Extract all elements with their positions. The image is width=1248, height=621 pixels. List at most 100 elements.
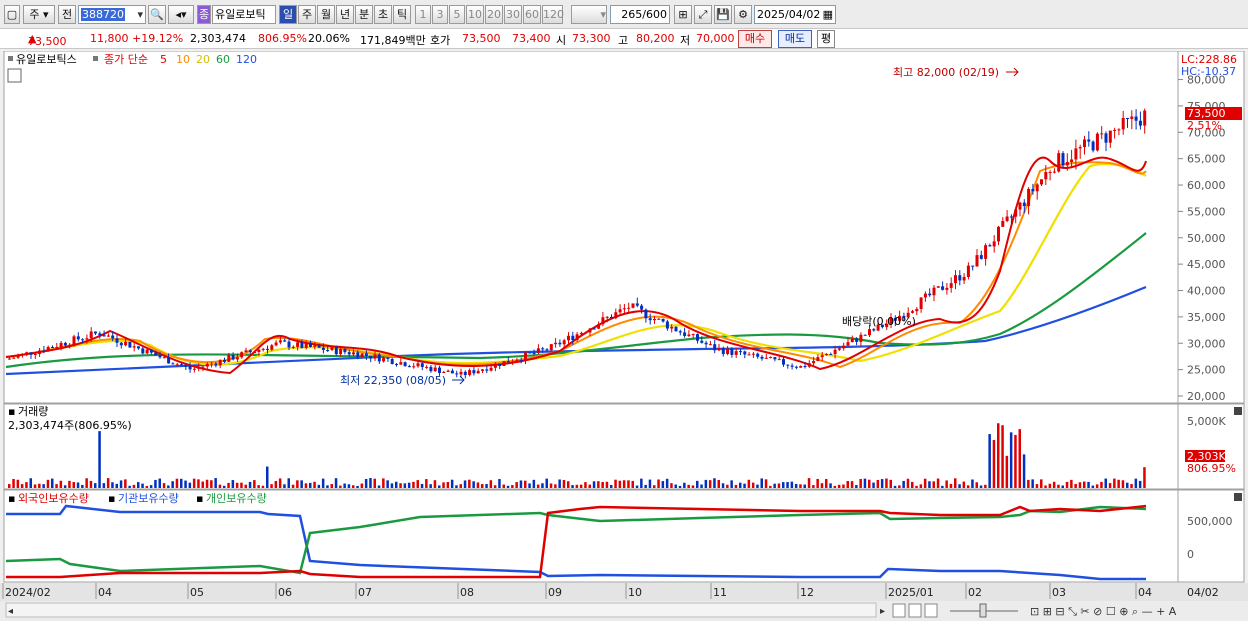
volume-bar	[984, 484, 987, 488]
window-icon[interactable]: ▢	[4, 5, 20, 24]
interval-button[interactable]: 120	[542, 5, 564, 24]
candle-body	[360, 353, 364, 358]
average-button[interactable]: 평	[817, 30, 835, 48]
volume-bar	[992, 439, 996, 488]
volume-bar	[674, 484, 677, 488]
candle-body	[137, 346, 140, 349]
period-button[interactable]: 년	[336, 5, 354, 24]
candle-body	[872, 329, 876, 331]
save-icon[interactable]: 💾	[714, 5, 732, 24]
chart-tools-icon[interactable]: ⊞	[674, 5, 692, 24]
interval-dropdown[interactable]: ▾	[571, 5, 607, 24]
calendar-icon[interactable]: ▦	[823, 6, 833, 23]
close-icon[interactable]	[1234, 493, 1242, 501]
volume-title[interactable]: 거래량	[18, 405, 48, 418]
period-button[interactable]: 틱	[393, 5, 411, 24]
volume-bar	[1138, 480, 1142, 488]
stock-code-input[interactable]: 388720 ▾	[78, 5, 146, 24]
period-button[interactable]: 월	[317, 5, 335, 24]
period-button[interactable]: 분	[355, 5, 373, 24]
prev-button[interactable]: 전	[58, 5, 76, 24]
volume-pct: 806.95%	[258, 32, 307, 45]
candle-body	[472, 370, 476, 374]
candle-body	[739, 351, 742, 353]
period-button[interactable]: 초	[374, 5, 392, 24]
volume-bar	[954, 478, 957, 488]
volume-bar	[528, 483, 531, 488]
table-icon[interactable]	[7, 68, 22, 83]
interval-button[interactable]: 10	[466, 5, 484, 24]
volume-bar	[442, 482, 445, 488]
chart-tool-icons[interactable]: ⊡ ⊞ ⊟ ⤡ ✂ ⊘ ☐ ⊕ ⌕ — + A	[1030, 605, 1177, 618]
candle-body	[248, 350, 252, 353]
scroll-left-icon[interactable]: ◂	[8, 606, 13, 617]
candle-body	[640, 305, 644, 310]
foreign-legend[interactable]: 외국인보유수량	[18, 492, 89, 505]
zoom-slider-handle[interactable]	[979, 603, 987, 618]
chevron-down-icon[interactable]: ▾	[137, 6, 143, 23]
candle-body	[726, 348, 730, 354]
interval-button[interactable]: 5	[449, 5, 465, 24]
holdings-axis[interactable]	[1177, 489, 1245, 583]
candle-body	[528, 352, 532, 354]
x-axis-label: 04	[98, 586, 112, 599]
buy-button[interactable]: 매수	[738, 30, 772, 48]
interval-button[interactable]: 30	[504, 5, 522, 24]
volume-bar	[347, 484, 351, 488]
jump-end-icon[interactable]	[924, 603, 938, 618]
period-button[interactable]: 일	[279, 5, 297, 24]
scroll-right-icon[interactable]: ▸	[880, 606, 885, 617]
candle-body	[287, 341, 291, 348]
volume-bar	[115, 483, 118, 488]
volume-bar	[85, 478, 88, 488]
interval-button[interactable]: 20	[485, 5, 503, 24]
price-axis-label: 45,000	[1187, 258, 1226, 271]
candle-body	[1005, 216, 1009, 222]
volume-bar	[493, 485, 497, 488]
interval-button[interactable]: 1	[415, 5, 431, 24]
ma-label[interactable]: 종가 단순	[104, 53, 148, 66]
volume-bar	[945, 480, 948, 488]
jump-start-icon[interactable]	[892, 603, 906, 618]
holdings-axis-500k: 500,000	[1187, 515, 1233, 528]
volume-bar	[68, 480, 71, 488]
candle-body	[201, 366, 205, 368]
stock-name-field[interactable]: 유일로보틱	[212, 5, 276, 24]
interval-button[interactable]: 3	[432, 5, 448, 24]
volume-bar	[807, 478, 811, 488]
volume-bar	[863, 478, 867, 488]
quote-bar: 73,500 ▲ 11,800 +19.12% 2,303,474 806.95…	[0, 29, 1248, 49]
candle-body	[197, 367, 201, 369]
volume-bar	[377, 485, 381, 488]
candle-body	[63, 342, 67, 346]
speaker-icon[interactable]: ◂▾	[168, 5, 194, 24]
volume-bar	[141, 483, 144, 488]
sell-button[interactable]: 매도	[778, 30, 812, 48]
candle-body	[790, 365, 794, 367]
candle-body	[274, 342, 278, 346]
period-button[interactable]: 주	[298, 5, 316, 24]
candle-body	[773, 357, 777, 360]
volume-bar	[769, 485, 772, 488]
period-dropdown[interactable]: 주 ▾	[23, 5, 55, 24]
stop-icon[interactable]	[908, 603, 922, 618]
chevron-down-icon: ▾	[600, 8, 606, 21]
volume-bar	[468, 479, 471, 488]
date-field[interactable]: 2025/04/02 ▦	[754, 5, 836, 24]
individual-legend[interactable]: 개인보유수량	[206, 492, 267, 505]
count-field[interactable]: 265/600	[610, 5, 670, 24]
candle-body	[162, 357, 166, 359]
scroll-track[interactable]	[5, 602, 877, 618]
interval-button[interactable]: 60	[523, 5, 541, 24]
gear-icon[interactable]: ⚙	[734, 5, 752, 24]
price-panel-title[interactable]: 유일로보틱스	[16, 52, 77, 66]
search-icon[interactable]: 🔍	[148, 5, 166, 24]
draw-icon[interactable]: ⤢	[694, 5, 712, 24]
close-icon[interactable]	[1234, 407, 1242, 415]
date-value: 2025/04/02	[757, 8, 821, 21]
candle-body	[1057, 153, 1061, 172]
candle-body	[438, 367, 441, 373]
candle-body	[1134, 116, 1138, 121]
price-axis-label: 25,000	[1187, 364, 1226, 377]
institution-legend[interactable]: 기관보유수량	[118, 492, 179, 505]
